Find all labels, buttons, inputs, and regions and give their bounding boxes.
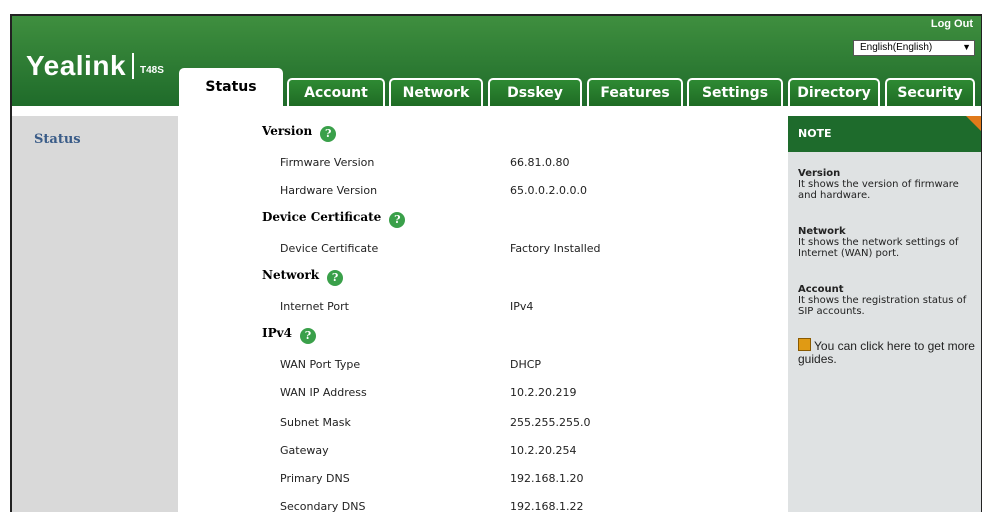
note-network: Network It shows the network settings of … — [798, 226, 978, 259]
note-corner — [966, 116, 981, 134]
language-select[interactable]: English(English) ▼ — [853, 40, 975, 56]
book-icon — [798, 338, 811, 351]
help-icon[interactable]: ? — [327, 270, 344, 286]
tab-settings[interactable]: Settings — [687, 78, 783, 106]
section-ipv4-title: IPv4 — [262, 326, 292, 340]
note-account-text: It shows the registration status of SIP … — [798, 295, 967, 317]
wan-ip-value: 10.2.20.219 — [510, 386, 577, 399]
primary-dns-value: 192.168.1.20 — [510, 472, 584, 485]
section-network: Network? — [262, 268, 344, 286]
status-content: Version? Firmware Version 66.81.0.80 Har… — [178, 116, 788, 512]
wan-type-label: WAN Port Type — [280, 358, 361, 371]
language-value: English(English) — [860, 42, 933, 53]
internet-port-label: Internet Port — [280, 300, 349, 313]
note-network-text: It shows the network settings of Interne… — [798, 237, 959, 259]
tab-security[interactable]: Security — [885, 78, 975, 106]
subnet-value: 255.255.255.0 — [510, 416, 591, 429]
hardware-value: 65.0.0.2.0.0.0 — [510, 184, 587, 197]
tab-dsskey[interactable]: Dsskey — [488, 78, 582, 106]
firmware-label: Firmware Version — [280, 156, 375, 169]
secondary-dns-value: 192.168.1.22 — [510, 500, 584, 512]
chevron-down-icon: ▼ — [962, 42, 971, 52]
wan-ip-label: WAN IP Address — [280, 386, 367, 399]
hardware-label: Hardware Version — [280, 184, 378, 197]
browser-frame: Yealink T48S Log Out English(English) ▼ St… — [10, 14, 982, 512]
guide-link[interactable]: You can click here to get more guides. — [798, 338, 978, 366]
model-name: T48S — [140, 65, 164, 76]
sidebar: Status — [12, 116, 178, 512]
tab-network[interactable]: Network — [389, 78, 483, 106]
note-panel: NOTE Version It shows the version of firm… — [788, 116, 981, 512]
section-network-title: Network — [262, 268, 320, 282]
primary-dns-label: Primary DNS — [280, 472, 350, 485]
section-version: Version? — [262, 124, 337, 142]
tab-status[interactable]: Status — [179, 68, 283, 106]
wan-type-value: DHCP — [510, 358, 542, 371]
note-version-title: Version — [798, 168, 841, 179]
gateway-value: 10.2.20.254 — [510, 444, 577, 457]
tab-directory[interactable]: Directory — [788, 78, 880, 106]
internet-port-value: IPv4 — [510, 300, 534, 313]
tab-account[interactable]: Account — [287, 78, 385, 106]
note-version-text: It shows the version of firmware and har… — [798, 179, 959, 201]
section-ipv4: IPv4? — [262, 326, 316, 344]
gateway-label: Gateway — [280, 444, 329, 457]
guide-text: You can click here to get more guides. — [798, 339, 975, 366]
note-title: NOTE — [788, 116, 981, 152]
device-cert-value: Factory Installed — [510, 242, 601, 255]
header: Yealink T48S Log Out English(English) ▼ St… — [12, 16, 981, 106]
brand-logo: Yealink T48S — [26, 50, 164, 82]
brand-name: Yealink — [26, 50, 127, 81]
firmware-value: 66.81.0.80 — [510, 156, 570, 169]
section-version-title: Version — [262, 124, 313, 138]
help-icon[interactable]: ? — [320, 126, 337, 142]
help-icon[interactable]: ? — [299, 328, 316, 344]
note-account: Account It shows the registration status … — [798, 284, 978, 317]
tab-features[interactable]: Features — [587, 78, 683, 106]
note-account-title: Account — [798, 284, 844, 295]
secondary-dns-label: Secondary DNS — [280, 500, 366, 512]
sidebar-item-status[interactable]: Status — [34, 132, 174, 147]
logout-link[interactable]: Log Out — [931, 18, 973, 30]
logo-separator — [132, 53, 135, 79]
subnet-label: Subnet Mask — [280, 416, 351, 429]
section-certificate-title: Device Certificate — [262, 210, 382, 224]
section-certificate: Device Certificate? — [262, 210, 406, 228]
note-network-title: Network — [798, 226, 846, 237]
device-cert-label: Device Certificate — [280, 242, 379, 255]
help-icon[interactable]: ? — [389, 212, 406, 228]
note-version: Version It shows the version of firmware … — [798, 168, 978, 201]
